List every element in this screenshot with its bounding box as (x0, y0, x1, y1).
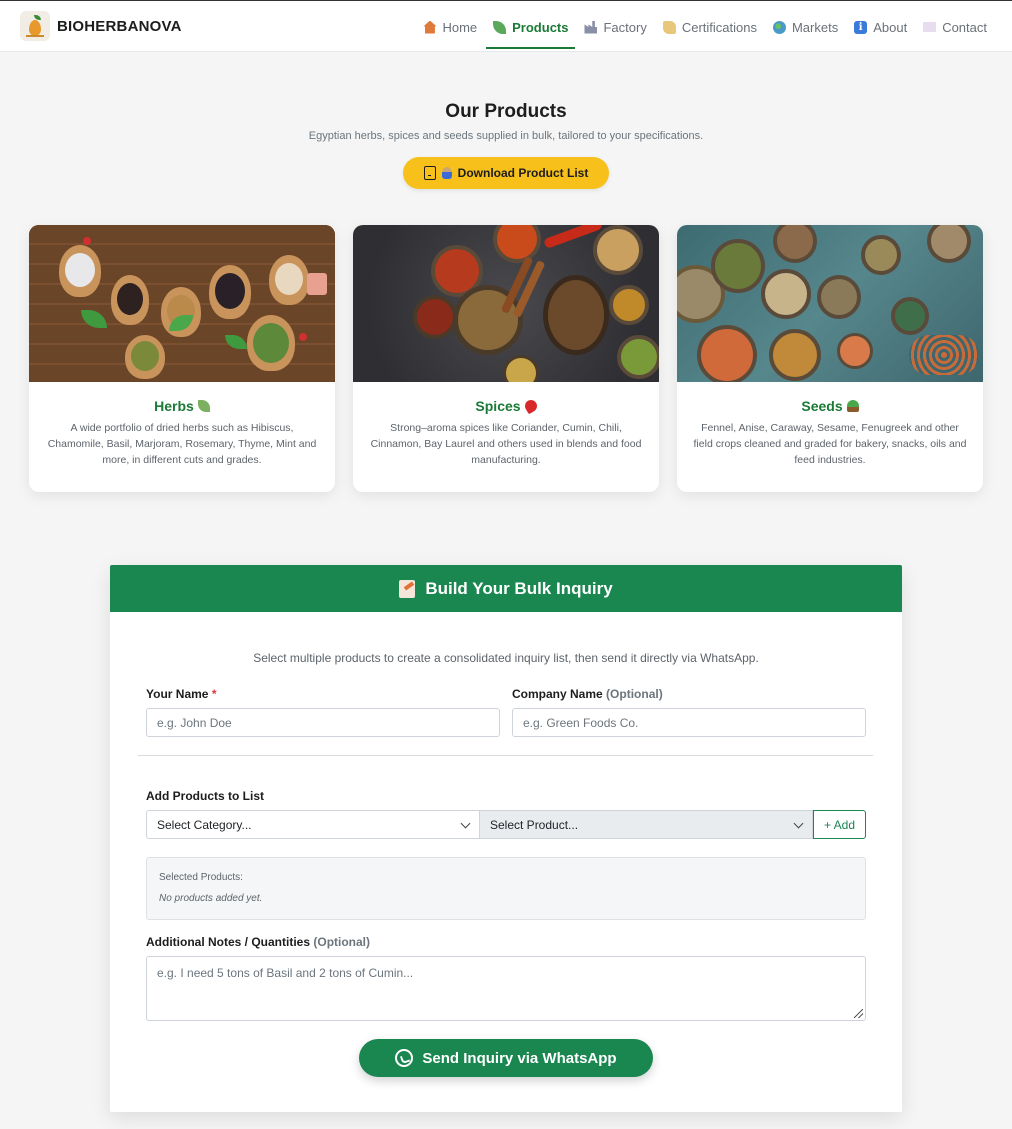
notes-textarea[interactable]: e.g. I need 5 tons of Basil and 2 tons o… (146, 956, 866, 1021)
nav-label: Certifications (681, 19, 757, 35)
category-select-value: Select Category... (157, 817, 252, 832)
nav-item-factory[interactable]: Factory (577, 11, 653, 43)
envelope-icon (923, 22, 937, 32)
company-field[interactable]: e.g. Green Foods Co. (512, 708, 866, 737)
nav-label: Products (512, 19, 569, 35)
download-file-icon (423, 166, 436, 180)
nav-label: Contact (942, 19, 987, 35)
herbs-image (29, 225, 335, 382)
notes-label: Additional Notes / Quantities (Optional) (146, 935, 370, 949)
globe-icon (772, 20, 786, 34)
product-select[interactable]: Select Product... (479, 810, 813, 839)
nav-item-home[interactable]: Home (416, 11, 484, 43)
spices-image (353, 225, 659, 382)
card-title-text: Herbs (154, 398, 194, 414)
optional-marker: (Optional) (313, 935, 371, 949)
whatsapp-icon (395, 1049, 414, 1067)
herb-icon (493, 20, 507, 34)
card-description: Strong–aroma spices like Coriander, Cumi… (370, 422, 642, 466)
card-description: A wide portfolio of dried herbs such as … (47, 422, 317, 466)
chili-pepper-icon (522, 397, 539, 415)
card-title: Spices (353, 397, 659, 415)
selected-products-empty: No products added yet. (159, 893, 263, 904)
resize-handle-icon[interactable] (854, 1009, 863, 1018)
panel-intro: Select multiple products to create a con… (253, 651, 759, 665)
seedling-icon (846, 400, 859, 412)
nav-label: Markets (791, 19, 839, 35)
required-marker: * (211, 687, 217, 701)
name-label: Your Name * (146, 687, 216, 701)
download-label: Download Product List (457, 166, 589, 180)
page-subtitle: Egyptian herbs, spices and seeds supplie… (308, 130, 704, 142)
panel-title: Build Your Bulk Inquiry (425, 578, 613, 598)
send-whatsapp-button[interactable]: Send Inquiry via WhatsApp (359, 1039, 653, 1077)
chevron-down-icon (460, 818, 471, 829)
jar-icon (441, 167, 452, 179)
card-title-text: Spices (475, 398, 521, 414)
nav-label: About (873, 19, 908, 35)
optional-marker: (Optional) (606, 687, 663, 701)
category-select[interactable]: Select Category... (146, 810, 480, 839)
send-whatsapp-label: Send Inquiry via WhatsApp (422, 1049, 617, 1067)
herb-icon (197, 400, 210, 412)
scroll-icon (662, 20, 676, 34)
products-label: Add Products to List (146, 789, 264, 803)
product-card-seeds[interactable]: Seeds Fennel, Anise, Caraway, Sesame, Fe… (677, 225, 983, 492)
nav-item-certifications[interactable]: Certifications (656, 11, 764, 43)
product-select-value: Select Product... (490, 817, 579, 832)
page-title: Our Products (445, 101, 567, 122)
product-card-herbs[interactable]: Herbs A wide portfolio of dried herbs su… (29, 225, 335, 492)
company-label: Company Name (Optional) (512, 687, 663, 701)
main-nav: Home Products Factory Certifications Mar… (414, 1, 994, 53)
selected-products-title: Selected Products: (159, 872, 243, 883)
nav-item-products[interactable]: Products (486, 11, 576, 49)
leaf-drop-logo (20, 11, 50, 41)
card-title: Seeds (677, 398, 983, 414)
name-label-text: Your Name (146, 687, 209, 701)
divider (138, 755, 873, 756)
bulk-inquiry-panel: Build Your Bulk Inquiry Select multiple … (110, 565, 902, 1112)
download-product-list-button[interactable]: Download Product List (403, 157, 609, 189)
add-product-button[interactable]: + Add (813, 810, 866, 839)
notes-label-text: Additional Notes / Quantities (146, 935, 311, 949)
factory-icon (584, 20, 598, 34)
info-icon: i (854, 20, 868, 34)
brand-name: BIOHERBANOVA (57, 17, 182, 35)
card-description: Fennel, Anise, Caraway, Sesame, Fenugree… (693, 422, 967, 466)
nav-label: Factory (603, 19, 647, 35)
chevron-down-icon (793, 818, 804, 829)
card-title: Herbs (29, 398, 335, 414)
nav-label: Home (442, 19, 478, 35)
seeds-image (677, 225, 983, 382)
navbar: BIOHERBANOVA Home Products Factory Certi… (0, 0, 1012, 52)
nav-item-contact[interactable]: Contact (916, 11, 994, 43)
name-field[interactable]: e.g. John Doe (146, 708, 500, 737)
nav-item-about[interactable]: i About (847, 11, 914, 43)
selected-products-box: Selected Products: No products added yet… (146, 857, 866, 920)
nav-item-markets[interactable]: Markets (766, 11, 845, 43)
house-icon (423, 20, 437, 34)
notes-placeholder: e.g. I need 5 tons of Basil and 2 tons o… (157, 966, 414, 980)
card-title-text: Seeds (801, 398, 843, 414)
panel-header: Build Your Bulk Inquiry (110, 565, 902, 612)
brand[interactable]: BIOHERBANOVA (20, 11, 182, 41)
company-label-text: Company Name (512, 687, 603, 701)
product-card-spices[interactable]: Spices Strong–aroma spices like Coriande… (353, 225, 659, 492)
memo-icon (399, 579, 416, 598)
